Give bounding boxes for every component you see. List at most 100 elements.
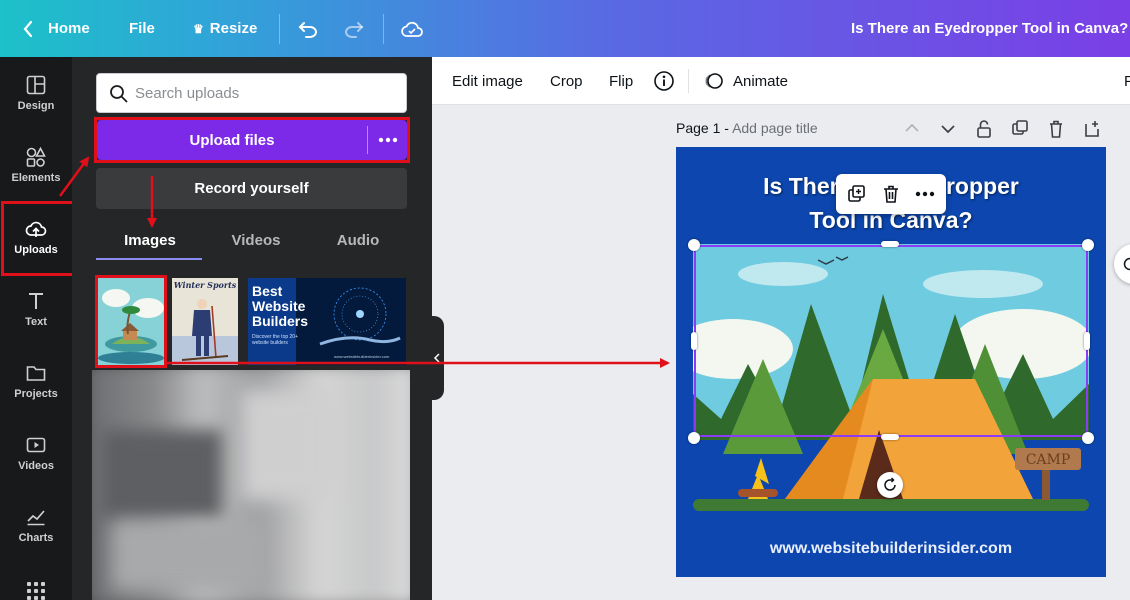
chevron-up-icon[interactable] [903, 118, 921, 140]
resize-handle[interactable] [688, 239, 700, 251]
chevron-down-icon[interactable] [939, 118, 957, 140]
tab-audio[interactable]: Audio [316, 222, 400, 258]
skier-illustration [172, 299, 238, 365]
info-button[interactable] [653, 57, 675, 105]
nav-design[interactable]: Design [0, 57, 72, 129]
page-header: Page 1 - Add page title [676, 120, 818, 136]
nav-label: Projects [14, 388, 58, 400]
search-icon [110, 85, 128, 103]
upload-files-button[interactable]: Upload files [97, 120, 407, 160]
blurred-thumbnail [112, 520, 262, 590]
blurred-thumbnail [242, 390, 332, 500]
side-assistant-button[interactable] [1114, 244, 1130, 284]
resize-handle[interactable] [1084, 332, 1090, 350]
record-yourself-button[interactable]: Record yourself [96, 168, 407, 209]
nav-projects[interactable]: Projects [0, 345, 72, 417]
cloud-upload-icon [25, 221, 47, 237]
nav-charts[interactable]: Charts [0, 489, 72, 561]
folder-icon [26, 366, 46, 381]
nav-label: Text [25, 316, 47, 328]
thumbnail-island[interactable] [98, 278, 164, 365]
blurred-thumbnail [102, 430, 222, 520]
uploads-grid-blurred[interactable] [92, 370, 410, 600]
tab-images[interactable]: Images [104, 222, 196, 258]
edit-image-button[interactable]: Edit image [452, 57, 523, 105]
panel-collapse-handle[interactable] [430, 316, 444, 400]
design-icon [26, 75, 46, 95]
nav-uploads[interactable]: Uploads [0, 201, 72, 273]
search-input[interactable] [135, 83, 395, 103]
cloud-save-button[interactable] [400, 0, 424, 57]
trash-icon[interactable] [1047, 118, 1065, 140]
banner-line: Website [252, 298, 306, 314]
nav-label: Uploads [14, 244, 58, 256]
add-page-icon[interactable] [1083, 118, 1101, 140]
chevron-left-icon [433, 353, 440, 363]
redo-button[interactable] [343, 0, 365, 57]
divider [688, 69, 689, 93]
divider [383, 14, 384, 44]
home-label: Home [48, 20, 90, 37]
lock-icon[interactable] [975, 118, 993, 140]
nav-videos[interactable]: Videos [0, 417, 72, 489]
element-floating-toolbar [836, 174, 946, 214]
undo-button[interactable] [297, 0, 319, 57]
animate-label: Animate [733, 72, 789, 90]
resize-handle[interactable] [881, 241, 899, 247]
crop-button[interactable]: Crop [550, 57, 583, 105]
thumbnail-winter-poster[interactable]: Winter Sports [172, 278, 238, 365]
banner-line: Best [252, 283, 283, 299]
apps-grid-icon[interactable] [27, 579, 45, 600]
text-icon [29, 293, 43, 309]
resize-handle[interactable] [881, 434, 899, 440]
island-illustration [98, 278, 164, 365]
page-title-input[interactable]: Add page title [732, 120, 818, 136]
nav-elements[interactable]: Elements [0, 129, 72, 201]
banner-url: www.websitebuilderinsider.com [334, 354, 390, 359]
divider [279, 14, 280, 44]
banner-subtitle: Discover the top 20+ website builders [252, 334, 298, 346]
animate-button[interactable]: Animate [703, 57, 788, 105]
elements-icon [26, 146, 46, 167]
page-actions [903, 118, 1103, 140]
redo-icon [345, 21, 364, 38]
page-number-label: Page 1 - [676, 120, 729, 136]
file-menu[interactable]: File [129, 0, 155, 57]
nav-text[interactable]: Text [0, 273, 72, 345]
resize-handle[interactable] [688, 432, 700, 444]
side-nav: Design Elements Uploads Text Projects Vi… [0, 57, 72, 600]
resize-handle[interactable] [1082, 432, 1094, 444]
crown-icon: ♛ [193, 21, 204, 36]
selection-frame[interactable] [694, 245, 1088, 437]
upload-files-label: Upload files [189, 131, 275, 149]
resize-label: Resize [209, 20, 258, 37]
search-box[interactable] [96, 73, 407, 113]
banner-text: Best Website Builders [252, 284, 308, 329]
flip-button[interactable]: Flip [609, 57, 633, 105]
chevron-left-icon [23, 20, 33, 37]
banner-line: Builders [252, 313, 309, 329]
more-horizontal-icon[interactable] [915, 191, 935, 197]
trash-icon[interactable] [881, 184, 901, 204]
rotate-handle[interactable] [877, 472, 903, 498]
more-horizontal-icon [378, 137, 397, 143]
undo-icon [298, 21, 317, 38]
cloud-icon [401, 21, 423, 37]
home-button[interactable]: Home [22, 0, 90, 57]
thumbnail-best-website-builders[interactable]: Best Website Builders Discover the top 2… [248, 278, 406, 365]
tab-videos[interactable]: Videos [211, 222, 301, 258]
toolbar-cut-off-item[interactable]: F [1124, 57, 1130, 105]
resize-handle[interactable] [1082, 239, 1094, 251]
animate-icon [705, 73, 723, 89]
duplicate-icon[interactable] [847, 184, 867, 204]
resize-handle[interactable] [691, 332, 697, 350]
top-bar: Home File ♛ Resize Is There an Eyedroppe… [0, 0, 1130, 57]
upload-more-button[interactable] [368, 120, 407, 160]
poster-title: Winter Sports [173, 280, 237, 290]
nav-label: Design [17, 100, 55, 112]
resize-button[interactable]: ♛ Resize [193, 0, 257, 57]
duplicate-page-icon[interactable] [1011, 118, 1029, 140]
video-icon [26, 437, 46, 453]
footer-url[interactable]: www.websitebuilderinsider.com [676, 540, 1106, 558]
document-title[interactable]: Is There an Eyedropper Tool in Canva? [851, 0, 1128, 57]
